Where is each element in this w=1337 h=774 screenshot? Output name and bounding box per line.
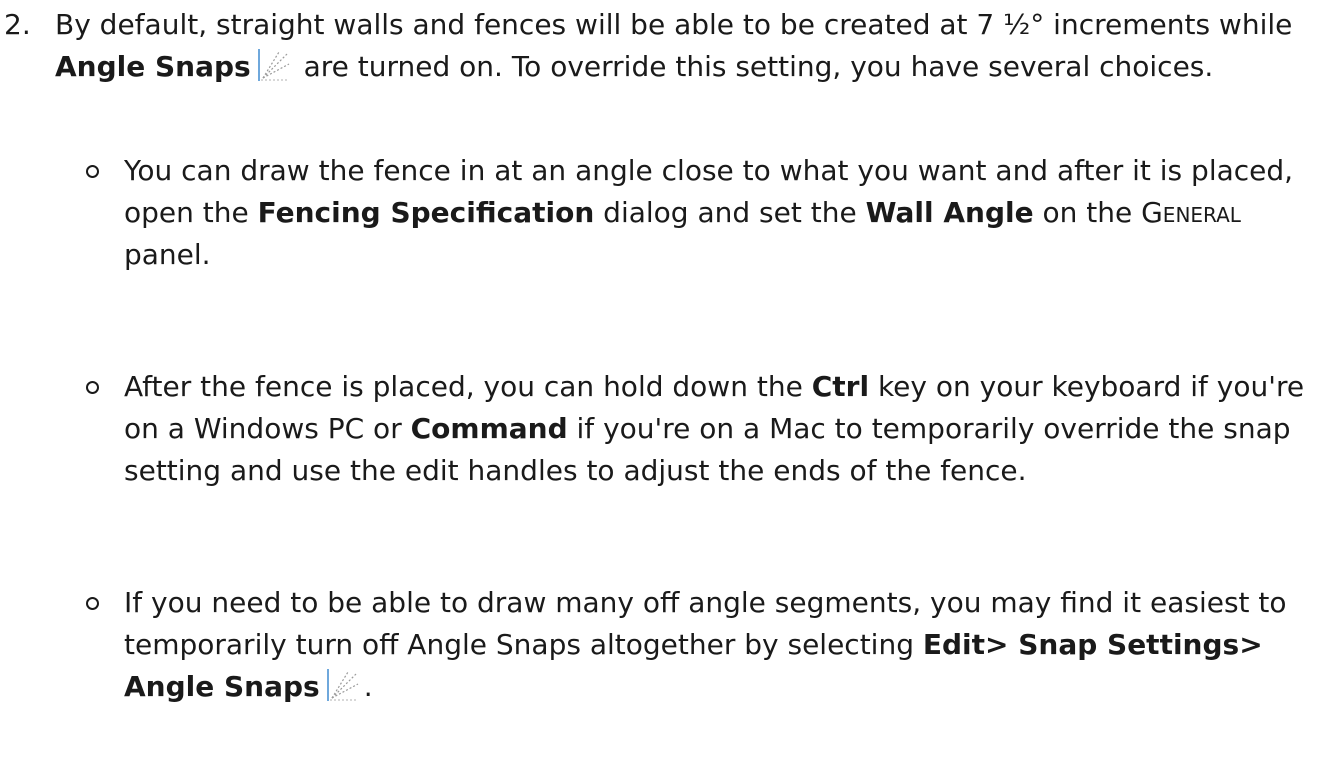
list-item-text: After the fence is placed, you can hold … (124, 366, 1329, 492)
help-document: 2. By default, straight walls and fences… (0, 0, 1337, 774)
bullet-icon (86, 381, 99, 394)
list-item-text: If you need to be able to draw many off … (124, 582, 1329, 708)
list-item-text-part: panel. (124, 238, 211, 271)
wall-angle-label: Wall Angle (865, 196, 1034, 229)
general-panel-label: General (1141, 196, 1241, 229)
command-key-label: Command (410, 412, 568, 445)
angle-snaps-icon (257, 48, 291, 82)
angle-snaps-icon (326, 668, 360, 702)
bullet-icon (86, 597, 99, 610)
list-item-text-part: dialog and set the (594, 196, 866, 229)
list-item-text-part: on the (1033, 196, 1142, 229)
step-number: 2. (4, 8, 31, 41)
list-item-text-part: After the fence is placed, you can hold … (124, 370, 812, 403)
step-text: By default, straight walls and fences wi… (55, 4, 1325, 88)
angle-snaps-label: Angle Snaps (55, 50, 251, 83)
list-item-text-part: . (363, 670, 373, 703)
bullet-icon (86, 165, 99, 178)
list-item-text: You can draw the fence in at an angle cl… (124, 150, 1329, 276)
step-text-part: By default, straight walls and fences wi… (55, 8, 1293, 41)
fencing-specification-label: Fencing Specification (257, 196, 595, 229)
step-text-part: are turned on. To override this setting,… (294, 50, 1214, 83)
ctrl-key-label: Ctrl (811, 370, 870, 403)
